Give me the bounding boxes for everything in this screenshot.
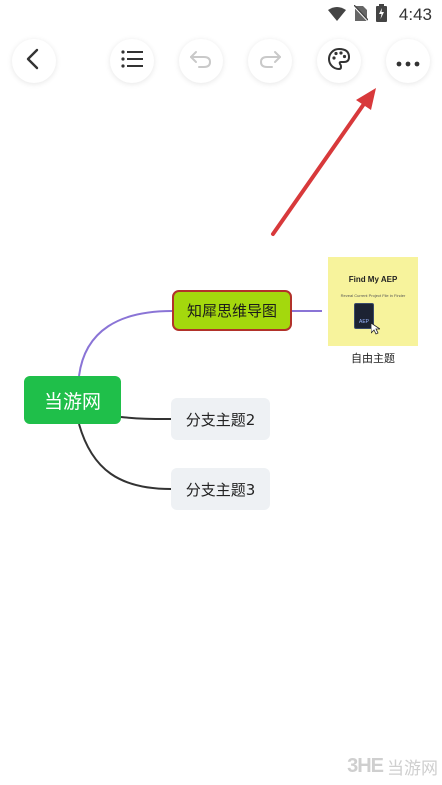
image-subtitle: Reveal Current Project File in Finder — [340, 293, 406, 298]
watermark-text: 当游网 — [387, 759, 438, 779]
watermark: 3HE 当游网 — [347, 754, 438, 779]
image-title: Find My AEP — [348, 275, 398, 284]
screen: 4:43 当游网 知犀思维导图 分支主题2 分支主题3 Find My AEP … — [0, 0, 442, 785]
watermark-logo: 3HE — [347, 755, 384, 777]
main-topic-label: 知犀思维导图 — [186, 302, 277, 320]
branch-topic-label: 分支主题2 — [185, 410, 256, 429]
floating-topic-image[interactable]: Find My AEP Reveal Current Project File … — [328, 257, 418, 346]
branch-topic-label: 分支主题3 — [185, 480, 256, 499]
central-topic[interactable]: 当游网 — [24, 376, 121, 424]
floating-topic-caption[interactable]: 自由主题 — [328, 350, 418, 366]
main-topic[interactable]: 知犀思维导图 — [172, 290, 292, 331]
annotation-arrow — [271, 88, 376, 236]
connector-branch-3 — [78, 423, 172, 490]
central-topic-label: 当游网 — [43, 390, 101, 413]
cursor-icon — [371, 323, 380, 335]
connector-main — [78, 310, 173, 377]
branch-topic-2[interactable]: 分支主题2 — [171, 398, 270, 440]
connector-branch-2 — [120, 416, 172, 420]
branch-topic-3[interactable]: 分支主题3 — [171, 468, 270, 510]
